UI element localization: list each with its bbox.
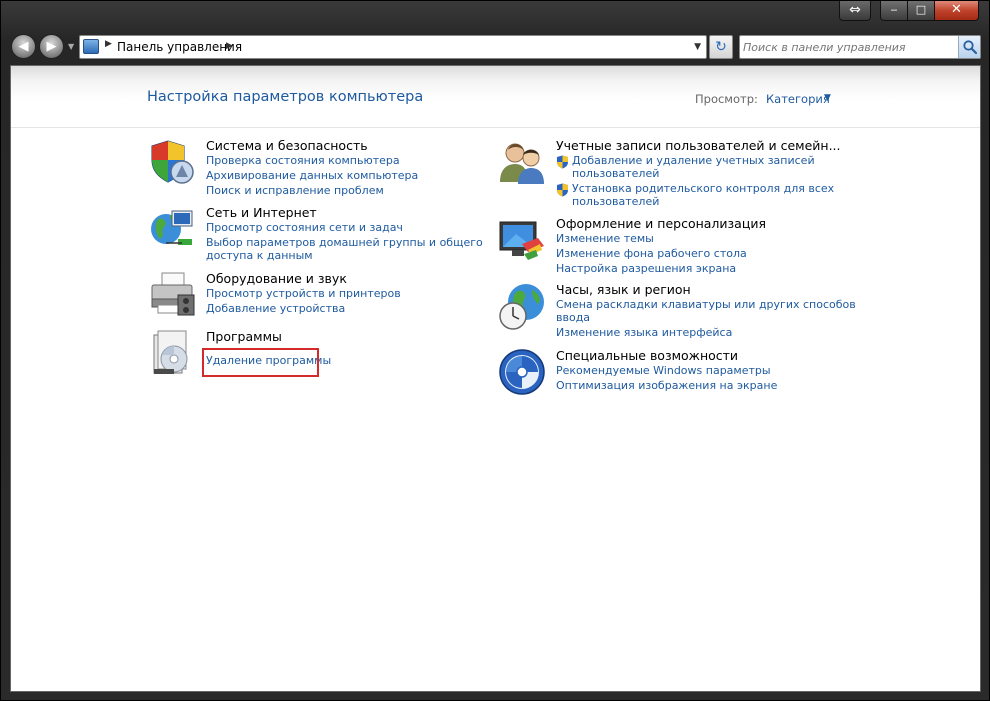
control-panel-icon [83,39,99,54]
link-find-fix-problems[interactable]: Поиск и исправление проблем [206,184,384,197]
category-title[interactable]: Учетные записи пользователей и семейн... [556,138,841,153]
link-change-keyboard-input-cont[interactable]: ввода [556,311,590,324]
category-title[interactable]: Оформление и персонализация [556,216,766,231]
category-title[interactable]: Сеть и Интернет [206,205,317,220]
address-dropdown-icon[interactable]: ▼ [694,42,701,52]
refresh-button[interactable]: ↻ [709,35,733,59]
resize-button[interactable]: ⇔ [839,1,871,21]
page-title: Настройка параметров компьютера [147,89,424,105]
category-title[interactable]: Специальные возможности [556,348,738,363]
category-ease-of-access: Специальные возможности Рекомендуемые Wi… [498,348,858,398]
search-button[interactable] [958,36,980,58]
link-change-keyboard-input[interactable]: Смена раскладки клавиатуры или других сп… [556,298,856,311]
category-clock-language-region: Часы, язык и регион Смена раскладки клав… [498,282,858,342]
caption-buttons: ‒ □ ✕ [880,1,979,21]
network-globe-icon[interactable] [148,205,196,253]
programs-disc-icon[interactable] [148,329,196,377]
search-input[interactable] [743,38,953,56]
ease-of-access-icon[interactable] [498,348,546,396]
link-change-desktop-background[interactable]: Изменение фона рабочего стола [556,247,747,260]
link-optimize-visual-display[interactable]: Оптимизация изображения на экране [556,379,777,392]
link-homegroup-sharing[interactable]: Выбор параметров домашней группы и общег… [206,236,483,249]
address-bar[interactable]: ▶ Панель управления ▶ ▼ [79,35,707,59]
link-add-remove-accounts[interactable]: Добавление и удаление учетных записей [572,154,815,167]
category-title[interactable]: Программы [206,329,282,344]
category-appearance: Оформление и персонализация Изменение те… [498,216,858,276]
breadcrumb-arrow-icon[interactable]: ▶ [105,39,112,49]
back-button[interactable]: ◀ [11,34,36,59]
navigation-bar: ◀ ▶ ▼ ▶ Панель управления ▶ ▼ ↻ [11,33,981,61]
link-adjust-screen-resolution[interactable]: Настройка разрешения экрана [556,262,736,275]
category-system-security: Система и безопасность Проверка состояни… [148,138,488,198]
globe-clock-icon[interactable] [498,282,546,330]
link-parental-controls[interactable]: Установка родительского контроля для все… [572,182,834,195]
link-change-display-language[interactable]: Изменение языка интерфейса [556,326,732,339]
link-homegroup-sharing-cont[interactable]: доступа к данным [206,249,313,262]
users-icon[interactable] [498,138,546,186]
category-title[interactable]: Система и безопасность [206,138,368,153]
link-add-device[interactable]: Добавление устройства [206,302,345,315]
content-pane: Настройка параметров компьютера Просмотр… [10,65,981,692]
search-box[interactable] [739,35,981,59]
control-panel-window: ⇔ ‒ □ ✕ ◀ ▶ ▼ ▶ Панель управления ▶ ▼ ↻ [0,0,990,701]
link-recommended-settings[interactable]: Рекомендуемые Windows параметры [556,364,771,377]
view-by-dropdown[interactable]: Категория [766,92,830,106]
link-backup-computer[interactable]: Архивирование данных компьютера [206,169,418,182]
link-parental-controls-cont[interactable]: пользователей [572,195,659,208]
header-band: Настройка параметров компьютера Просмотр… [11,66,980,128]
breadcrumb-control-panel[interactable]: Панель управления [117,40,242,54]
highlight-box [202,348,319,377]
category-hardware-sound: Оборудование и звук Просмотр устройств и… [148,271,488,321]
recent-pages-dropdown[interactable]: ▼ [68,42,74,51]
shield-icon[interactable] [148,138,196,186]
category-title[interactable]: Оборудование и звук [206,271,347,286]
minimize-button[interactable]: ‒ [880,1,908,21]
link-check-computer-status[interactable]: Проверка состояния компьютера [206,154,400,167]
link-add-remove-accounts-cont[interactable]: пользователей [572,167,659,180]
chevron-down-icon[interactable]: ▼ [824,93,831,103]
link-view-devices-printers[interactable]: Просмотр устройств и принтеров [206,287,401,300]
maximize-button[interactable]: □ [908,1,935,21]
forward-button[interactable]: ▶ [39,34,64,59]
link-network-status[interactable]: Просмотр состояния сети и задач [206,221,403,234]
monitor-paint-icon[interactable] [498,216,546,264]
close-button[interactable]: ✕ [935,1,979,21]
link-change-theme[interactable]: Изменение темы [556,232,654,245]
printer-icon[interactable] [148,271,196,319]
view-by-label: Просмотр: [695,92,758,106]
category-title[interactable]: Часы, язык и регион [556,282,691,297]
breadcrumb-arrow-icon[interactable]: ▶ [226,41,233,51]
category-user-accounts: Учетные записи пользователей и семейн...… [498,138,858,208]
search-icon [963,40,978,55]
uac-shield-icon [557,183,568,197]
uac-shield-icon [557,155,568,169]
category-network-internet: Сеть и Интернет Просмотр состояния сети … [148,205,488,265]
